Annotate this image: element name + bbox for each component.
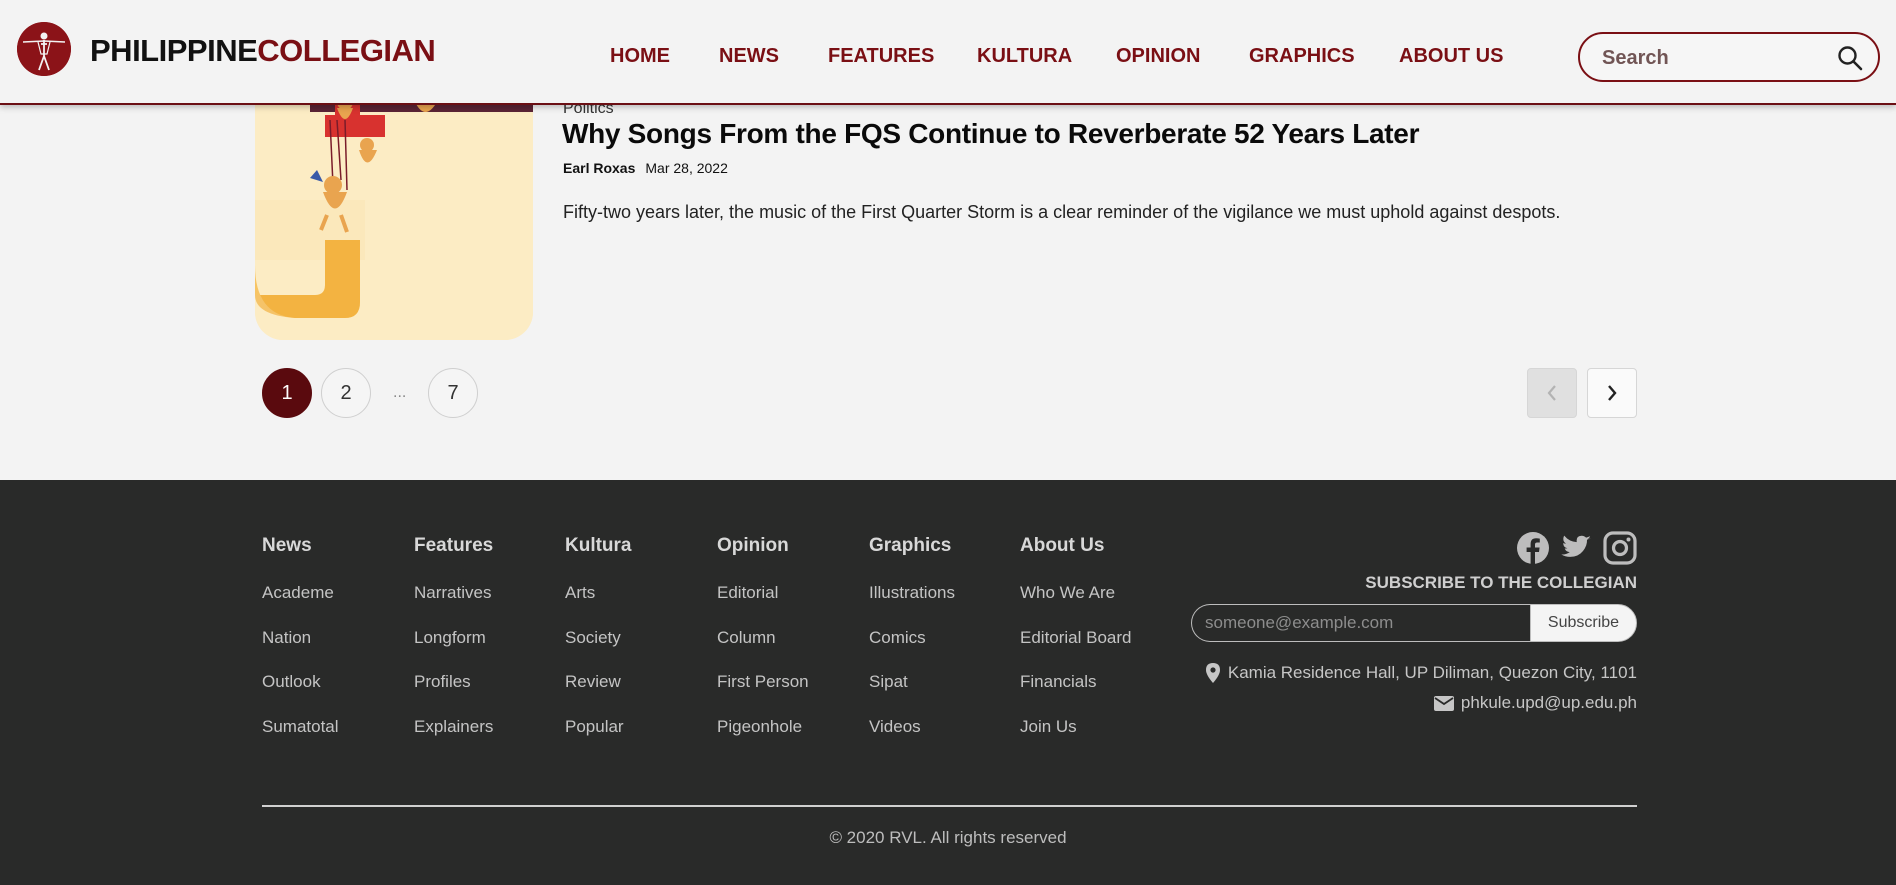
- chevron-right-icon: [1608, 385, 1617, 401]
- email-row: phkule.upd@up.edu.ph: [1433, 693, 1637, 713]
- address-row: Kamia Residence Hall, UP Diliman, Quezon…: [1204, 662, 1637, 684]
- search-input[interactable]: [1602, 44, 1832, 72]
- footer-link[interactable]: Sumatotal: [262, 717, 339, 737]
- footer-link[interactable]: Nation: [262, 628, 311, 648]
- footer-link[interactable]: Column: [717, 628, 776, 648]
- chevron-left-icon: [1547, 385, 1556, 401]
- nav-features[interactable]: FEATURES: [828, 45, 934, 68]
- copyright-text: © 2020 RVL. All rights reserved: [829, 828, 1067, 847]
- subscribe-title: SUBSCRIBE TO THE COLLEGIAN: [1365, 573, 1637, 592]
- footer-link[interactable]: Review: [565, 672, 621, 692]
- article-byline: Earl Roxas Mar 28, 2022: [563, 160, 728, 176]
- footer-link[interactable]: Editorial: [717, 583, 778, 603]
- footer-link[interactable]: Comics: [869, 628, 926, 648]
- article-title[interactable]: Why Songs From the FQS Continue to Rever…: [562, 118, 1419, 150]
- article-thumbnail[interactable]: [255, 90, 533, 340]
- footer-link[interactable]: Narratives: [414, 583, 491, 603]
- nav-graphics[interactable]: GRAPHICS: [1249, 45, 1355, 68]
- brand-part-1: PHILIPPINE: [90, 33, 258, 68]
- mail-icon: [1433, 695, 1454, 711]
- search-box: [1578, 32, 1880, 82]
- subscribe-button[interactable]: Subscribe: [1530, 604, 1637, 642]
- page-button-7[interactable]: 7: [428, 368, 478, 418]
- email-text[interactable]: phkule.upd@up.edu.ph: [1461, 693, 1637, 713]
- footer-heading-news[interactable]: News: [262, 535, 312, 557]
- twitter-icon[interactable]: [1559, 531, 1593, 565]
- address-text: Kamia Residence Hall, UP Diliman, Quezon…: [1227, 663, 1637, 682]
- footer-divider: [262, 805, 1637, 807]
- nav-opinion[interactable]: OPINION: [1116, 45, 1200, 68]
- instagram-icon[interactable]: [1603, 531, 1637, 565]
- article-excerpt: Fifty-two years later, the music of the …: [563, 202, 1561, 222]
- footer-link[interactable]: Who We Are: [1020, 583, 1115, 603]
- footer-link[interactable]: Arts: [565, 583, 595, 603]
- next-page-button[interactable]: [1587, 368, 1637, 418]
- footer-link[interactable]: Sipat: [869, 672, 908, 692]
- footer-link[interactable]: Society: [565, 628, 621, 648]
- footer-heading-features[interactable]: Features: [414, 535, 493, 557]
- nav-news[interactable]: NEWS: [719, 45, 779, 68]
- nav-kultura[interactable]: KULTURA: [977, 45, 1072, 68]
- footer-link[interactable]: Financials: [1020, 672, 1097, 692]
- footer-link[interactable]: Join Us: [1020, 717, 1077, 737]
- footer-link[interactable]: Popular: [565, 717, 624, 737]
- brand-wordmark[interactable]: PHILIPPINECOLLEGIAN: [90, 33, 436, 69]
- footer-link[interactable]: Editorial Board: [1020, 628, 1132, 648]
- logo-icon[interactable]: [17, 22, 71, 76]
- article-date: Mar 28, 2022: [645, 160, 728, 176]
- prev-page-button[interactable]: [1527, 368, 1577, 418]
- footer-link[interactable]: Illustrations: [869, 583, 955, 603]
- footer-link[interactable]: Pigeonhole: [717, 717, 802, 737]
- pagination-ellipsis: ...: [393, 384, 407, 401]
- footer-heading-about-us[interactable]: About Us: [1020, 535, 1104, 557]
- facebook-icon[interactable]: [1516, 531, 1550, 565]
- footer-link[interactable]: Videos: [869, 717, 921, 737]
- nav-about-us[interactable]: ABOUT US: [1399, 45, 1503, 68]
- article-author[interactable]: Earl Roxas: [563, 160, 635, 176]
- nav-home[interactable]: HOME: [610, 45, 670, 68]
- brand-part-2: COLLEGIAN: [257, 33, 436, 68]
- site-header: PHILIPPINECOLLEGIAN HOME NEWS FEATURES K…: [0, 0, 1896, 105]
- page-button-2[interactable]: 2: [321, 368, 371, 418]
- footer-link[interactable]: Explainers: [414, 717, 493, 737]
- footer-link[interactable]: First Person: [717, 672, 809, 692]
- subscribe-email-input[interactable]: [1191, 604, 1531, 642]
- page-button-1[interactable]: 1: [262, 368, 312, 418]
- location-pin-icon: [1205, 663, 1220, 683]
- footer-link[interactable]: Academe: [262, 583, 334, 603]
- footer-heading-kultura[interactable]: Kultura: [565, 535, 632, 557]
- footer-link[interactable]: Outlook: [262, 672, 321, 692]
- footer-link[interactable]: Longform: [414, 628, 486, 648]
- search-icon[interactable]: [1836, 44, 1864, 72]
- footer-heading-opinion[interactable]: Opinion: [717, 535, 789, 557]
- footer-heading-graphics[interactable]: Graphics: [869, 535, 951, 557]
- footer-link[interactable]: Profiles: [414, 672, 471, 692]
